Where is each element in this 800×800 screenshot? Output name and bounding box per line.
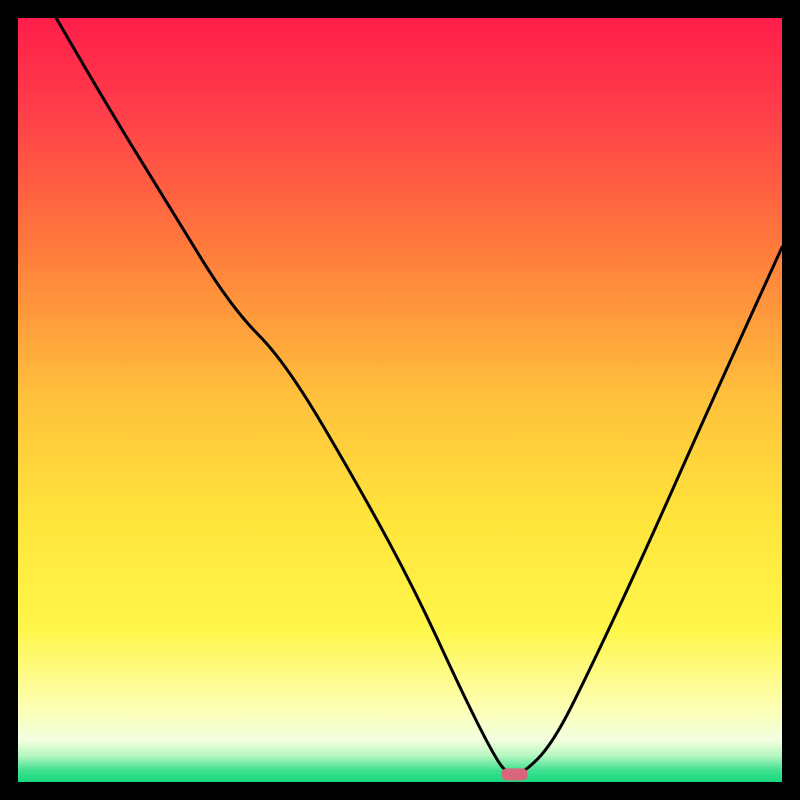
chart-frame: TheBottleneck.com — [0, 0, 800, 800]
plot-area: TheBottleneck.com — [18, 18, 782, 782]
gradient-background — [18, 18, 782, 782]
optimal-marker — [502, 768, 528, 780]
chart-svg — [18, 18, 782, 782]
